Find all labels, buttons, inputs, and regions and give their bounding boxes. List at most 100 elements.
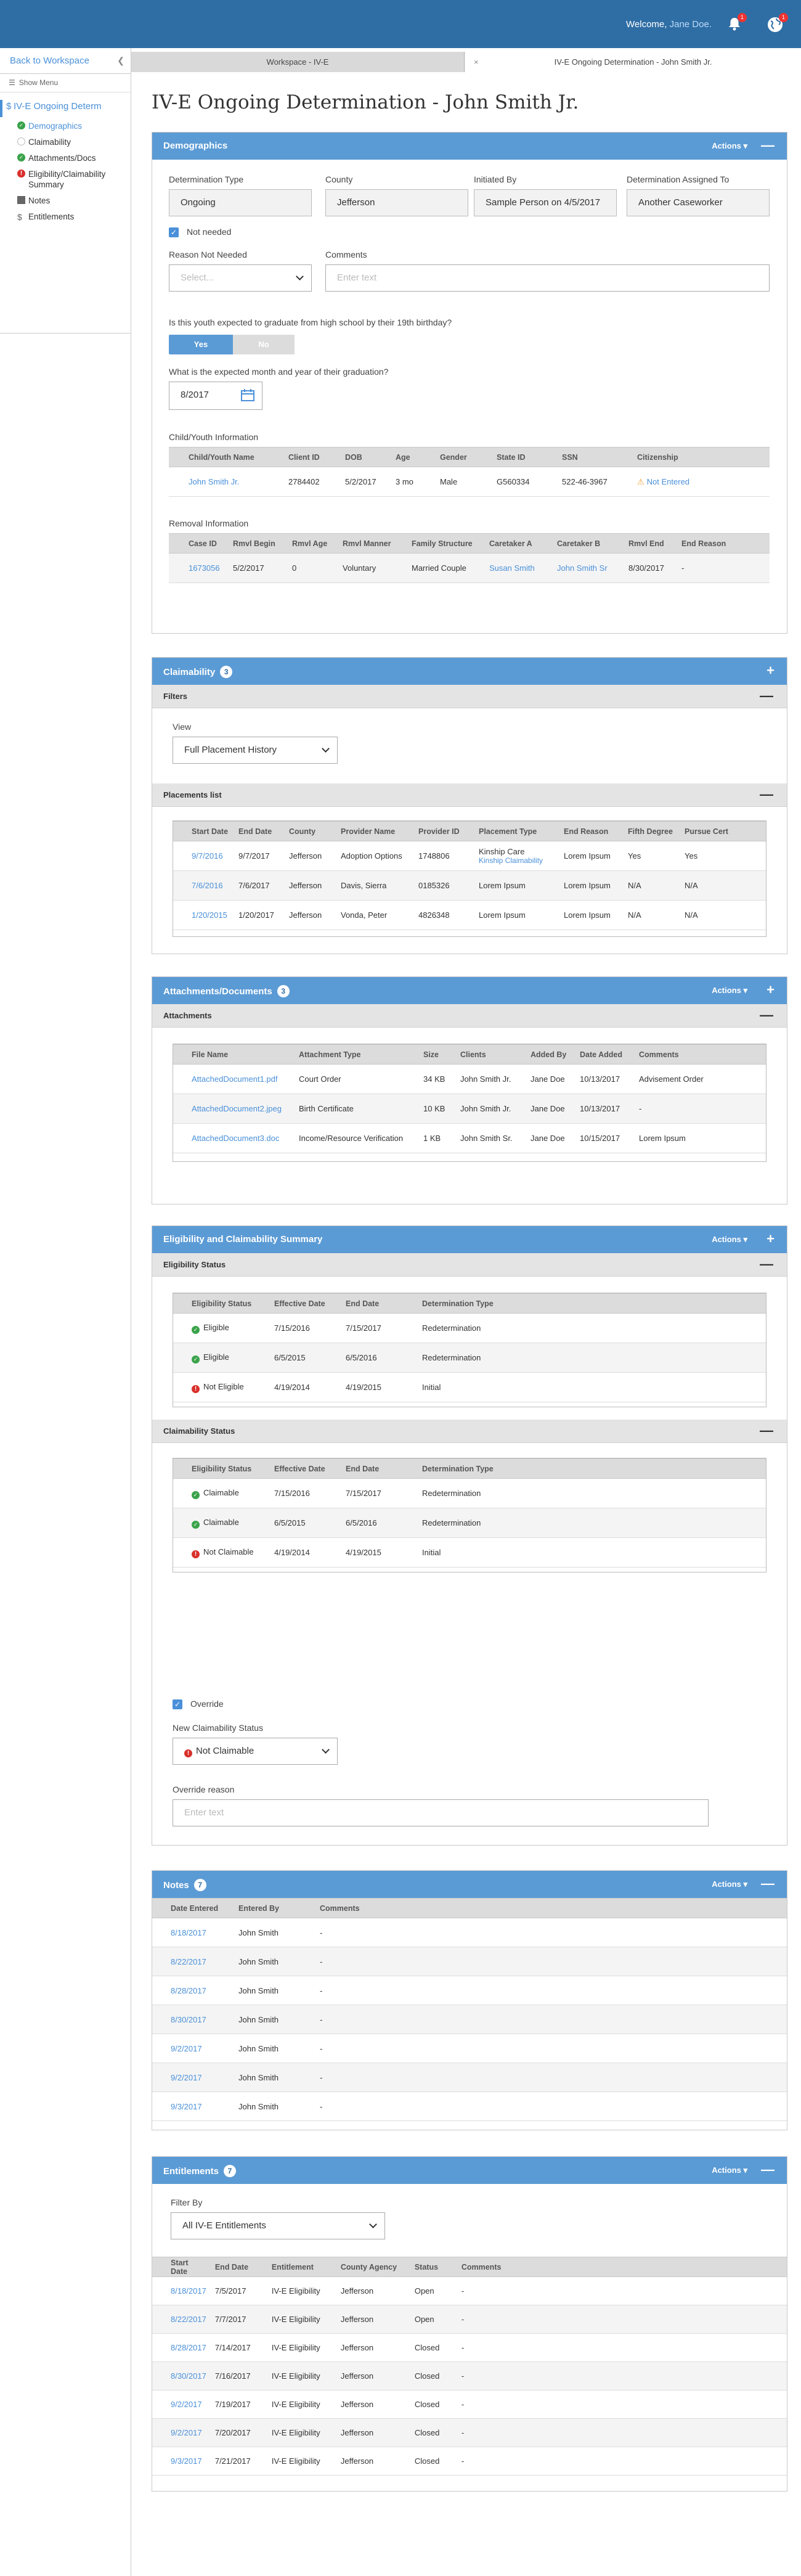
actions-dropdown[interactable]: Actions ▾: [712, 141, 747, 151]
start-date-link[interactable]: 1/20/2015: [173, 900, 230, 930]
entitlement-date-link[interactable]: 8/18/2017: [152, 2276, 206, 2305]
collapse-icon[interactable]: —: [760, 688, 773, 704]
show-menu-toggle[interactable]: ☰ Show Menu: [0, 74, 131, 92]
note-date-link[interactable]: 8/30/2017: [152, 2005, 230, 2034]
override-checkbox[interactable]: ✓: [173, 1699, 182, 1709]
reason-select[interactable]: Select...: [169, 264, 312, 292]
view-select[interactable]: Full Placement History: [173, 737, 338, 764]
table-cell: Jefferson: [331, 2361, 406, 2390]
expand-icon[interactable]: +: [766, 1231, 775, 1247]
collapse-icon[interactable]: —: [761, 2162, 775, 2178]
entitlement-date-link[interactable]: 9/3/2017: [152, 2447, 206, 2476]
table-row: ! Not Eligible 4/19/2014 4/19/2015 Initia…: [173, 1372, 766, 1402]
actions-dropdown[interactable]: Actions ▾: [712, 986, 747, 996]
entitlement-date-link[interactable]: 9/2/2017: [152, 2390, 206, 2419]
column-header: File Name: [173, 1044, 290, 1065]
sidebar-item-attachments[interactable]: ✓ Attachments/Docs: [0, 153, 131, 163]
table-cell: John Smith Jr.: [452, 1064, 522, 1094]
file-link[interactable]: AttachedDocument1.pdf: [173, 1064, 290, 1094]
child-name-link[interactable]: John Smith Jr.: [169, 467, 280, 497]
actions-dropdown[interactable]: Actions ▾: [712, 1235, 747, 1245]
table-cell: Jefferson: [331, 2276, 406, 2305]
table-cell: 5/2/2017: [336, 467, 387, 497]
column-header: Entered By: [230, 1898, 311, 1918]
notifications-bell-icon[interactable]: 1: [726, 13, 747, 32]
table-cell: G560334: [488, 467, 553, 497]
close-icon[interactable]: ×: [474, 52, 479, 72]
table-cell: Jefferson: [331, 2305, 406, 2334]
override-reason-input[interactable]: Enter text: [173, 1799, 709, 1826]
sidebar-title[interactable]: $ IV-E Ongoing Determ: [0, 100, 131, 117]
tab-ongoing-determination[interactable]: × IV-E Ongoing Determination - John Smith…: [465, 52, 801, 72]
file-link[interactable]: AttachedDocument2.jpeg: [173, 1094, 290, 1124]
file-link[interactable]: AttachedDocument3.doc: [173, 1123, 290, 1153]
no-toggle-button[interactable]: No: [233, 335, 295, 354]
note-date-link[interactable]: 9/2/2017: [152, 2034, 230, 2063]
dollar-icon: $: [6, 101, 12, 112]
count-badge: 7: [224, 2165, 237, 2177]
status-label: Claimable: [203, 1487, 239, 1497]
expand-icon[interactable]: +: [766, 663, 775, 679]
graduation-date-picker[interactable]: 8/2017: [169, 382, 262, 410]
not-needed-checkbox[interactable]: ✓: [169, 227, 179, 237]
table-cell: John Smith: [230, 1947, 311, 1976]
caretaker-a-link[interactable]: Susan Smith: [481, 553, 548, 583]
entitlement-filter-select[interactable]: All IV-E Entitlements: [171, 2212, 385, 2239]
assigned-to-field: Another Caseworker: [627, 189, 770, 216]
case-id-link[interactable]: 1673056: [169, 553, 224, 583]
chevron-left-icon[interactable]: ❮: [117, 55, 124, 66]
sidebar-item-claimability[interactable]: Claimability: [0, 137, 131, 147]
actions-dropdown[interactable]: Actions ▾: [712, 2165, 747, 2175]
expand-icon[interactable]: +: [766, 982, 775, 998]
table-cell: Jefferson: [331, 2390, 406, 2419]
tab-workspace[interactable]: Workspace - IV-E: [131, 52, 465, 72]
note-date-link[interactable]: 9/2/2017: [152, 2063, 230, 2092]
status-label: Not Claimable: [203, 1547, 254, 1556]
field-label: Initiated By: [474, 174, 517, 184]
entitlement-date-link[interactable]: 9/2/2017: [152, 2418, 206, 2447]
note-date-link[interactable]: 9/3/2017: [152, 2091, 230, 2121]
table-cell: IV-E Eligibility: [262, 2333, 332, 2362]
status-cell: ! Not Claimable: [173, 1537, 266, 1568]
sidebar-item-notes[interactable]: Notes: [0, 195, 131, 206]
sidebar-item-summary[interactable]: ! Eligibility/Claimability Summary: [0, 169, 131, 190]
column-header: Provider Name: [332, 821, 410, 841]
table-cell: 4826348: [410, 900, 470, 930]
entitlement-date-link[interactable]: 8/28/2017: [152, 2333, 206, 2362]
table-row: ! Not Claimable 4/19/2014 4/19/2015 Initi…: [173, 1537, 766, 1568]
globe-icon[interactable]: 1: [766, 13, 788, 33]
sidebar-item-demographics[interactable]: ✓ Demographics: [0, 121, 131, 131]
table-cell: IV-E Eligibility: [262, 2418, 332, 2447]
not-needed-label: Not needed: [187, 227, 232, 237]
actions-dropdown[interactable]: Actions ▾: [712, 1879, 747, 1889]
collapse-icon[interactable]: —: [760, 1007, 773, 1023]
new-claimability-select[interactable]: ! Not Claimable: [173, 1738, 338, 1765]
collapse-icon[interactable]: —: [760, 1423, 773, 1439]
caretaker-b-link[interactable]: John Smith Sr: [548, 553, 620, 583]
user-name-link[interactable]: Jane Doe.: [670, 19, 712, 30]
kinship-claimability-link[interactable]: Kinship Claimability: [479, 856, 555, 865]
collapse-icon[interactable]: —: [761, 137, 775, 153]
start-date-link[interactable]: 7/6/2016: [173, 870, 230, 901]
citizenship-cell[interactable]: ⚠ Not Entered: [628, 467, 770, 497]
start-date-link[interactable]: 9/7/2016: [173, 841, 230, 871]
note-date-link[interactable]: 8/22/2017: [152, 1947, 230, 1976]
attachments-panel: Attachments/Documents 3 Actions ▾ + Attachm…: [152, 976, 787, 1204]
entitlement-date-link[interactable]: 8/30/2017: [152, 2361, 206, 2390]
yes-toggle-button[interactable]: Yes: [169, 335, 233, 354]
note-date-link[interactable]: 8/28/2017: [152, 1976, 230, 2005]
field-label: Comments: [325, 250, 367, 260]
comments-input[interactable]: Enter text: [325, 264, 770, 292]
table-cell: -: [452, 2447, 787, 2476]
note-date-link[interactable]: 8/18/2017: [152, 1918, 230, 1947]
collapse-icon[interactable]: —: [760, 1256, 773, 1272]
citizenship-link[interactable]: Not Entered: [647, 477, 689, 486]
collapse-icon[interactable]: —: [760, 787, 773, 803]
sidebar-item-entitlements[interactable]: $ Entitlements: [0, 211, 131, 222]
status-cell: ✓ Eligible: [173, 1313, 266, 1343]
back-to-workspace-link[interactable]: Back to Workspace ❮: [0, 48, 131, 74]
calendar-icon[interactable]: [241, 389, 254, 404]
collapse-icon[interactable]: —: [761, 1876, 775, 1892]
entitlement-date-link[interactable]: 8/22/2017: [152, 2305, 206, 2334]
table-cell: 7/7/2017: [206, 2305, 263, 2334]
